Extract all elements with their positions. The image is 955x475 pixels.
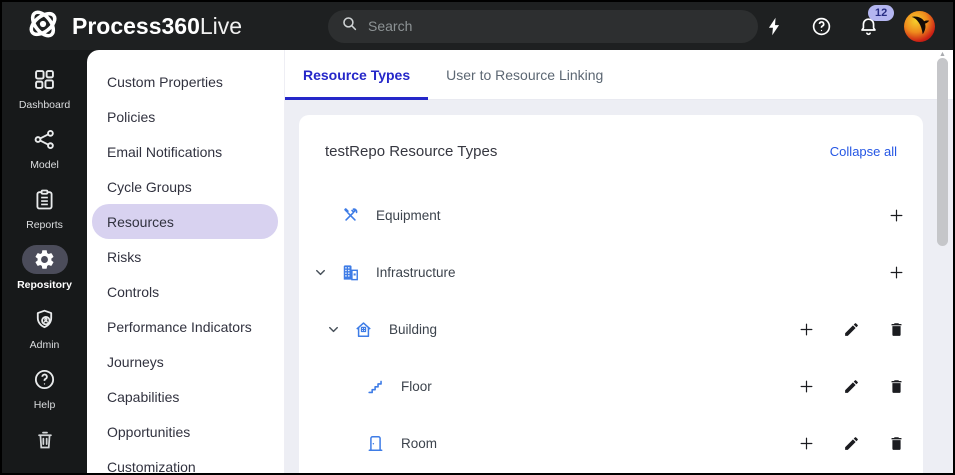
tree-label: Building <box>389 322 438 337</box>
subnav-item-performance-indicators[interactable]: Performance Indicators <box>92 309 278 344</box>
add-icon[interactable] <box>797 321 815 339</box>
row-actions <box>797 378 905 396</box>
app-window: Process360Live 12 <box>0 0 955 475</box>
resource-types-card: testRepo Resource Types Collapse all Equ… <box>299 115 923 473</box>
row-actions <box>887 264 905 282</box>
tree-label: Equipment <box>376 208 441 223</box>
topbar-actions: 12 <box>763 5 941 42</box>
delete-trash-icon[interactable] <box>887 435 905 453</box>
brand: Process360Live <box>26 7 328 46</box>
brand-name: Process360Live <box>72 12 243 39</box>
subnav-item-email-notifications[interactable]: Email Notifications <box>92 134 278 169</box>
rail-label: Repository <box>17 279 72 291</box>
brand-logo-atom-icon <box>26 7 60 46</box>
subnav-item-custom-properties[interactable]: Custom Properties <box>92 64 278 99</box>
row-actions <box>797 435 905 453</box>
nav-rail: Dashboard Model Reports Repository Admin… <box>2 50 87 473</box>
bell-icon[interactable]: 12 <box>857 5 895 37</box>
app-body: Dashboard Model Reports Repository Admin… <box>2 50 953 473</box>
tree-label: Floor <box>401 379 432 394</box>
delete-trash-icon[interactable] <box>887 378 905 396</box>
rail-item-admin[interactable]: Admin <box>2 305 87 351</box>
chevron-down-icon[interactable] <box>313 265 339 280</box>
rail-label: Help <box>33 399 56 411</box>
rail-item-dashboard[interactable]: Dashboard <box>2 65 87 111</box>
scrollbar-up-arrow[interactable]: ▲ <box>937 51 948 58</box>
tree-row-room[interactable]: Room <box>299 415 923 472</box>
rail-item-model[interactable]: Model <box>2 125 87 171</box>
rail-item-help[interactable]: Help <box>2 365 87 411</box>
content-body: testRepo Resource Types Collapse all Equ… <box>285 100 953 473</box>
row-actions <box>887 207 905 225</box>
subnav-item-capabilities[interactable]: Capabilities <box>92 379 278 414</box>
content-area: Resource Types User to Resource Linking … <box>285 50 953 473</box>
subnav-item-cycle-groups[interactable]: Cycle Groups <box>92 169 278 204</box>
dashboard-icon <box>22 65 68 94</box>
model-icon <box>22 125 68 154</box>
subnav-item-opportunities[interactable]: Opportunities <box>92 414 278 449</box>
admin-shield-icon <box>22 305 68 334</box>
subnav-item-controls[interactable]: Controls <box>92 274 278 309</box>
door-icon <box>364 434 386 453</box>
trash-icon[interactable] <box>34 429 56 456</box>
tabs-bar: Resource Types User to Resource Linking <box>285 50 953 100</box>
subnav-item-policies[interactable]: Policies <box>92 99 278 134</box>
tree-row-equipment[interactable]: Equipment <box>299 187 923 244</box>
tab-resource-types[interactable]: Resource Types <box>285 50 429 100</box>
delete-trash-icon[interactable] <box>887 321 905 339</box>
rail-label: Admin <box>29 339 60 351</box>
global-search[interactable] <box>328 9 758 43</box>
edit-pencil-icon[interactable] <box>842 321 860 339</box>
search-icon <box>341 15 358 37</box>
rail-label: Model <box>30 159 59 171</box>
repository-subnav: Custom Properties Policies Email Notific… <box>87 50 285 473</box>
home-icon <box>352 320 374 339</box>
help-icon <box>22 365 68 394</box>
add-icon[interactable] <box>797 435 815 453</box>
tree-label: Room <box>401 436 438 451</box>
main-panel: Custom Properties Policies Email Notific… <box>87 50 953 473</box>
tree-label: Infrastructure <box>376 265 456 280</box>
tree-row-infrastructure[interactable]: Infrastructure <box>299 244 923 301</box>
rail-item-repository[interactable]: Repository <box>2 245 87 291</box>
card-header: testRepo Resource Types Collapse all <box>299 115 923 187</box>
tab-user-to-resource-linking[interactable]: User to Resource Linking <box>428 50 621 99</box>
office-building-icon <box>339 263 361 282</box>
subnav-item-journeys[interactable]: Journeys <box>92 344 278 379</box>
subnav-item-risks[interactable]: Risks <box>92 239 278 274</box>
rail-label: Dashboard <box>18 99 71 111</box>
row-actions <box>797 321 905 339</box>
help-icon[interactable] <box>810 15 832 37</box>
tools-icon <box>339 206 361 225</box>
avatar[interactable] <box>904 10 935 42</box>
tree-row-floor[interactable]: Floor <box>299 358 923 415</box>
rail-label: Reports <box>26 219 63 231</box>
reports-icon <box>22 185 68 214</box>
tree-row-building[interactable]: Building <box>299 301 923 358</box>
collapse-all-link[interactable]: Collapse all <box>830 144 897 159</box>
chevron-down-icon[interactable] <box>326 322 352 337</box>
add-icon[interactable] <box>887 207 905 225</box>
stairs-icon <box>364 377 386 396</box>
subnav-item-resources[interactable]: Resources <box>92 204 278 239</box>
scrollbar-thumb[interactable] <box>937 58 948 246</box>
search-input[interactable] <box>368 18 745 34</box>
edit-pencil-icon[interactable] <box>842 378 860 396</box>
add-icon[interactable] <box>887 264 905 282</box>
notification-badge: 12 <box>868 5 895 21</box>
card-title: testRepo Resource Types <box>325 142 498 160</box>
add-icon[interactable] <box>797 378 815 396</box>
rail-item-reports[interactable]: Reports <box>2 185 87 231</box>
resource-tree: Equipment Infrastructure Building Floor … <box>299 187 923 472</box>
lightning-icon[interactable] <box>763 15 785 37</box>
subnav-item-customization[interactable]: Customization <box>92 449 278 474</box>
topbar: Process360Live 12 <box>2 2 953 50</box>
edit-pencil-icon[interactable] <box>842 435 860 453</box>
gear-icon <box>21 245 68 274</box>
